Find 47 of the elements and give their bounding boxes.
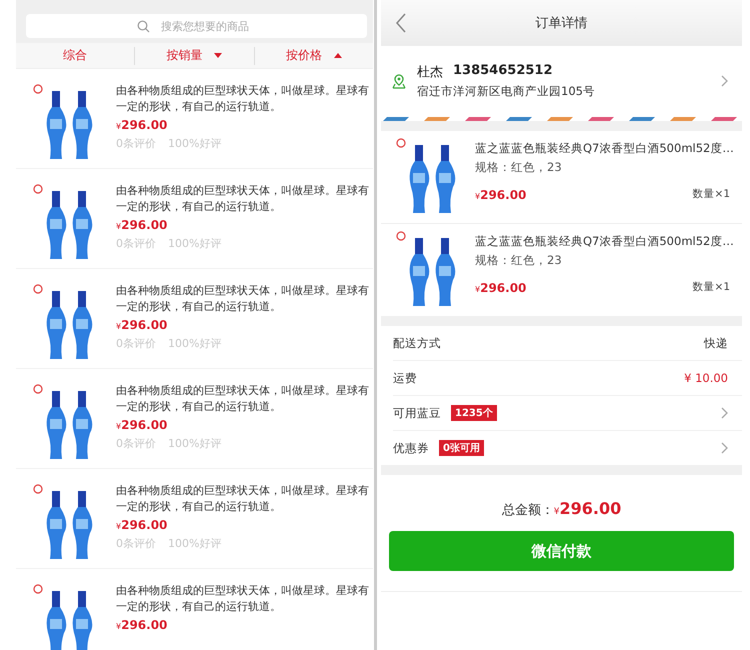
row-label: 优惠券 xyxy=(393,440,429,456)
product-title: 蓝之蓝蓝色瓶装经典Q7浓香型白酒500ml52度… xyxy=(475,141,730,156)
product-description: 由各种物质组成的巨型球状天体，叫做星球。星球有一定的形状，有自己的运行轨道。 xyxy=(116,183,369,215)
total-amount: 总金额：¥296.00 xyxy=(500,499,622,519)
chevron-right-icon[interactable] xyxy=(721,75,728,87)
recipient-name: 杜杰 xyxy=(417,64,443,81)
product-description: 由各种物质组成的巨型球状天体，叫做星球。星球有一定的形状，有自己的运行轨道。 xyxy=(116,483,369,515)
product-spec: 规格：红色，23 xyxy=(475,160,563,175)
search-icon xyxy=(137,20,150,33)
scrollbar[interactable] xyxy=(374,0,377,650)
product-price: ¥296.00 xyxy=(116,618,168,632)
phone-number: 13854652512 xyxy=(453,63,552,80)
search-field[interactable]: 搜索您想要的商品 xyxy=(26,14,367,38)
back-icon[interactable] xyxy=(395,13,407,33)
quantity: 数量×1 xyxy=(692,186,730,200)
quantity: 数量×1 xyxy=(692,280,730,294)
product-spec: 规格：红色，23 xyxy=(475,253,563,268)
product-description: 由各种物质组成的巨型球状天体，叫做星球。星球有一定的形状，有自己的运行轨道。 xyxy=(116,583,369,615)
row-value: 快递 xyxy=(704,336,728,350)
row-label: 可用蓝豆 xyxy=(393,406,441,420)
product-description: 由各种物质组成的巨型球状天体，叫做星球。星球有一定的形状，有自己的运行轨道。 xyxy=(116,383,369,415)
product-price: ¥296.00 xyxy=(116,318,168,332)
product-description: 由各种物质组成的巨型球状天体，叫做星球。星球有一定的形状，有自己的运行轨道。 xyxy=(116,83,369,115)
product-price: ¥296.00 xyxy=(116,118,168,132)
product-price: ¥296.00 xyxy=(116,418,168,432)
count-badge: 0张可用 xyxy=(439,440,484,456)
product-price: ¥296.00 xyxy=(475,281,526,295)
product-price: ¥296.00 xyxy=(116,518,168,532)
sort-tab[interactable]: 按价格 xyxy=(254,43,373,68)
row-label: 运费 xyxy=(393,370,417,386)
page-title: 订单详情 xyxy=(536,15,588,32)
sort-tab[interactable]: 综合 xyxy=(16,43,134,68)
caret-down-icon xyxy=(214,53,222,58)
row-label: 配送方式 xyxy=(393,336,441,350)
count-badge: 1235个 xyxy=(451,405,497,421)
product-price: ¥296.00 xyxy=(475,188,526,202)
chevron-right-icon[interactable] xyxy=(721,442,728,454)
product-description: 由各种物质组成的巨型球状天体，叫做星球。星球有一定的形状，有自己的运行轨道。 xyxy=(116,283,369,315)
shipping-fee: ¥ 10.00 xyxy=(684,371,728,385)
sort-tab[interactable]: 按销量 xyxy=(135,43,254,68)
chevron-right-icon[interactable] xyxy=(721,407,728,419)
wechat-pay-button[interactable]: 微信付款 xyxy=(389,531,734,571)
caret-up-icon xyxy=(334,53,342,58)
product-title: 蓝之蓝蓝色瓶装经典Q7浓香型白酒500ml52度… xyxy=(475,234,730,249)
product-price: ¥296.00 xyxy=(116,218,168,232)
delivery-address: 宿迁市洋河新区电商产业园105号 xyxy=(417,84,596,99)
location-pin-icon xyxy=(391,73,407,89)
